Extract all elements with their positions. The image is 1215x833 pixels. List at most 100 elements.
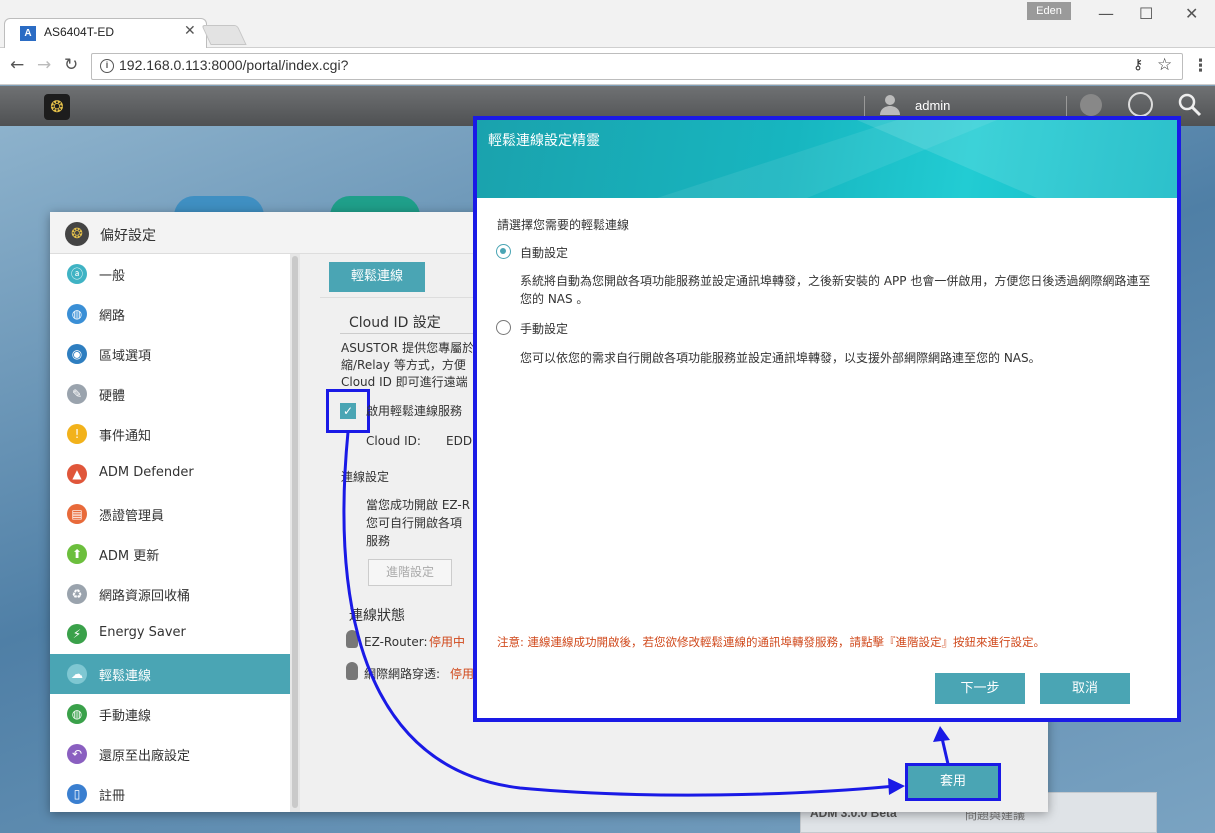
cloud-icon: ☁ (67, 664, 87, 684)
sidebar-item[interactable]: ▤ 憑證管理員 (50, 494, 290, 534)
enable-ez-connect-label[interactable]: 啟用輕鬆連線服務 (366, 403, 462, 420)
user-icon[interactable] (878, 92, 902, 116)
browser-menu-icon[interactable]: ⋮ (1192, 56, 1209, 76)
info-icon[interactable]: i (100, 59, 114, 73)
sidebar-item-label: 硬體 (99, 389, 126, 404)
manual-connect-icon: ◍ (67, 704, 87, 724)
network-globe-icon: ◍ (67, 304, 87, 324)
tab-ez-connect[interactable]: 輕鬆連線 (329, 262, 425, 292)
sidebar-item[interactable]: ⓐ 一般 (50, 254, 290, 294)
sidebar-item[interactable]: ⚡ Energy Saver (50, 614, 290, 654)
energy-icon: ⚡ (67, 624, 87, 644)
search-icon[interactable] (1178, 93, 1202, 117)
back-arrow-icon[interactable]: ← (10, 55, 24, 75)
sidebar-item-label: 憑證管理員 (99, 509, 165, 524)
manual-setup-description: 您可以依您的需求自行開啟各項功能服務並設定通訊埠轉發，以支援外部網際網路連至您的… (520, 351, 1041, 365)
cloud-id-description-line: ASUSTOR 提供您專屬於 (341, 341, 475, 355)
restore-icon: ↶ (67, 744, 87, 764)
apply-button[interactable]: 套用 (905, 763, 1001, 801)
manual-setup-radio[interactable] (496, 320, 511, 335)
sidebar-item-label: 輕鬆連線 (99, 669, 152, 684)
sidebar-item-label: 手動連線 (99, 709, 152, 724)
register-icon: ▯ (67, 784, 87, 804)
forward-arrow-icon[interactable]: → (37, 55, 51, 75)
sidebar-item[interactable]: ☁ 輕鬆連線 (50, 654, 290, 694)
sidebar-item-label: 還原至出廠設定 (99, 749, 191, 764)
divider (864, 96, 865, 116)
notification-icon[interactable] (1080, 94, 1102, 116)
sidebar-item[interactable]: ▲ ADM Defender (50, 454, 290, 494)
favicon-icon: A (20, 26, 36, 41)
region-icon: ◉ (67, 344, 87, 364)
sidebar-item[interactable]: ▯ 註冊 (50, 774, 290, 814)
wizard-note: 注意: 連線連線成功開啟後，若您欲修改輕鬆連線的通訊埠轉發服務，請點擊『進階設定… (497, 635, 1046, 649)
cloud-id-label: Cloud ID: (366, 434, 421, 448)
wizard-prompt: 請選擇您需要的輕鬆連線 (497, 218, 630, 232)
connection-settings-description-line: 您可自行開啟各項 (366, 516, 463, 530)
auto-setup-radio[interactable] (496, 244, 511, 259)
sidebar-item[interactable]: ↶ 還原至出廠設定 (50, 734, 290, 774)
maximize-icon[interactable]: ☐ (1139, 4, 1153, 23)
sidebar-item-label: 註冊 (99, 789, 126, 804)
ez-connect-wizard-dialog (473, 116, 1181, 722)
cloud-id-value: EDD (446, 434, 473, 448)
sidebar-item-label: 網路 (99, 309, 126, 324)
cloud-id-description-line: 縮/Relay 等方式，方便 (341, 358, 466, 372)
sidebar-item[interactable]: ♻ 網路資源回收桶 (50, 574, 290, 614)
ez-router-status: 停用中 (429, 635, 466, 649)
sidebar-item[interactable]: ◍ 網路 (50, 294, 290, 334)
connection-settings-label: 連線設定 (341, 470, 390, 484)
sidebar-item-label: ADM Defender (99, 465, 194, 480)
bulb-icon (346, 662, 358, 680)
url-text[interactable]: 192.168.0.113:8000/portal/index.cgi? (119, 57, 348, 73)
sidebar-item-label: 網路資源回收桶 (99, 589, 191, 604)
general-icon: ⓐ (67, 264, 87, 284)
sidebar-item-label: 事件通知 (99, 429, 152, 444)
auto-setup-description: 系統將自動為您開啟各項功能服務並設定通訊埠轉發，之後新安裝的 APP 也會一併啟… (520, 274, 1151, 306)
preferences-icon: ❂ (65, 222, 89, 246)
divider (340, 333, 480, 334)
nat-traversal-label: 網際網路穿透: (364, 667, 441, 681)
sidebar-item[interactable]: ✎ 硬體 (50, 374, 290, 414)
connection-settings-description-line: 當您成功開啟 EZ-R (366, 498, 471, 512)
window-close-icon[interactable]: ✕ (1185, 4, 1198, 23)
connection-settings-description-line: 服務 (366, 534, 391, 548)
tab-title: AS6404T-ED (44, 25, 115, 39)
cancel-button[interactable]: 取消 (1040, 673, 1130, 704)
profile-badge[interactable]: Eden (1027, 2, 1071, 20)
firewall-icon: ▲ (67, 464, 87, 484)
recycle-bin-icon: ♻ (67, 584, 87, 604)
ez-router-label: EZ-Router: (364, 635, 428, 649)
scrollbar-thumb[interactable] (292, 256, 298, 808)
sidebar-item[interactable]: ⬆ ADM 更新 (50, 534, 290, 574)
minimize-icon[interactable]: — (1098, 4, 1114, 23)
next-button[interactable]: 下一步 (935, 673, 1025, 704)
adm-start-icon[interactable]: ❂ (44, 94, 70, 120)
reload-icon[interactable]: ↻ (64, 55, 78, 75)
username-label[interactable]: admin (915, 98, 950, 113)
bookmark-star-icon[interactable]: ☆ (1157, 55, 1172, 75)
checkbox-highlight-box (326, 389, 370, 433)
divider (1066, 96, 1067, 116)
connection-status-heading: 連線狀態 (349, 608, 405, 624)
alert-icon: ! (67, 424, 87, 444)
advanced-settings-button[interactable]: 進階設定 (368, 559, 452, 586)
sidebar-item-label: 一般 (99, 269, 126, 284)
nat-traversal-status: 停用 (450, 667, 475, 681)
sidebar-item[interactable]: ◍ 手動連線 (50, 694, 290, 734)
manual-setup-label[interactable]: 手動設定 (520, 320, 568, 337)
key-icon[interactable]: ⚷ (1133, 57, 1143, 73)
sidebar-item-label: Energy Saver (99, 625, 186, 640)
update-arrow-icon: ⬆ (67, 544, 87, 564)
sidebar-item-label: ADM 更新 (99, 549, 160, 564)
certificate-icon: ▤ (67, 504, 87, 524)
preferences-title: 偏好設定 (100, 228, 156, 244)
sidebar-item-label: 區域選項 (99, 349, 152, 364)
sidebar-item[interactable]: ! 事件通知 (50, 414, 290, 454)
activity-monitor-icon[interactable] (1128, 92, 1153, 117)
sidebar-item[interactable]: ◉ 區域選項 (50, 334, 290, 374)
cloud-id-heading: Cloud ID 設定 (349, 315, 441, 331)
tab-close-icon[interactable]: ✕ (184, 23, 196, 39)
auto-setup-label[interactable]: 自動設定 (520, 244, 568, 261)
hardware-icon: ✎ (67, 384, 87, 404)
